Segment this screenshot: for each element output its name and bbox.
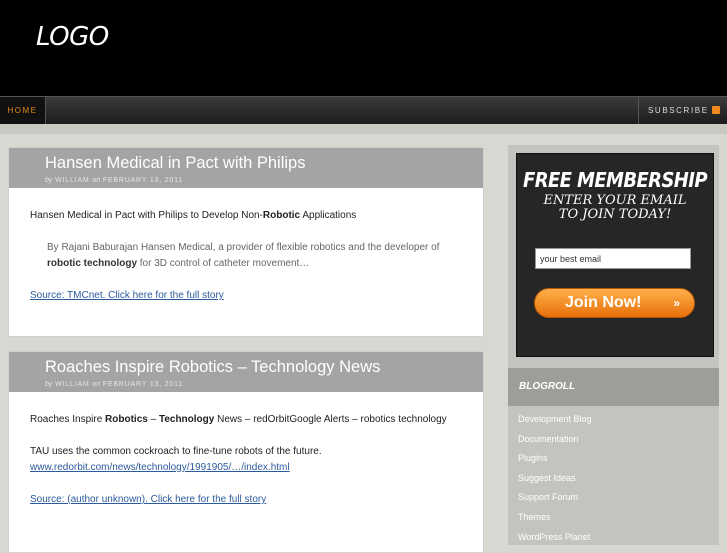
subscribe-label: SUBSCRIBE — [648, 106, 709, 115]
membership-line: TO JOIN TODAY! — [558, 207, 672, 222]
blogroll-link[interactable]: Suggest Ideas — [518, 473, 592, 493]
intro-keyword: Robotics — [105, 414, 148, 425]
intro-text-end: News – redOrbitGoogle Alerts – robotics … — [214, 414, 447, 425]
blogroll-link[interactable]: Themes — [518, 512, 592, 532]
intro-keyword: Robotic — [262, 210, 301, 221]
post-intro: Hansen Medical in Pact with Philips to D… — [30, 208, 463, 224]
post-body: Hansen Medical in Pact with Philips to D… — [9, 208, 483, 304]
post-body: Roaches Inspire Robotics – Technology Ne… — [9, 412, 483, 508]
post-author[interactable]: WILLIAM — [55, 381, 89, 388]
nav-item-home[interactable]: HOME — [0, 97, 46, 124]
main-nav: HOME SUBSCRIBE — [0, 96, 727, 124]
site-logo[interactable]: LOGO — [36, 22, 109, 52]
post-title[interactable]: Hansen Medical in Pact with Philips — [45, 154, 305, 173]
join-label: Join Now! — [565, 294, 642, 311]
sidebar: FREE MEMBERSHIP ENTER YOUR EMAIL TO JOIN… — [508, 145, 719, 545]
post-meta: by WILLIAM on FEBRUARY 13, 2011 — [45, 177, 183, 184]
intro-text: Hansen Medical in Pact with Philips to D… — [30, 210, 263, 221]
double-chevron-icon: » — [673, 296, 680, 310]
quote-text: By Rajani Baburajan Hansen Medical, a pr… — [47, 242, 440, 253]
blogroll-list: Development Blog Documentation Plugins S… — [518, 414, 592, 551]
meta-by: by — [45, 177, 53, 184]
blogroll-link[interactable]: Plugins — [518, 453, 592, 473]
blogroll-link[interactable]: Support Forum — [518, 492, 592, 512]
post-meta: by WILLIAM on FEBRUARY 13, 2011 — [45, 381, 183, 388]
post-intro: Roaches Inspire Robotics – Technology Ne… — [30, 412, 463, 428]
blogroll-link[interactable]: Development Blog — [518, 414, 592, 434]
meta-on: on — [92, 381, 101, 388]
meta-on: on — [92, 177, 101, 184]
post-text: TAU uses the common cockroach to fine-tu… — [30, 446, 322, 457]
subscribe-link[interactable]: SUBSCRIBE — [638, 97, 727, 124]
membership-subtitle: ENTER YOUR EMAIL TO JOIN TODAY! — [517, 194, 713, 222]
site-header: LOGO — [0, 0, 727, 96]
post-date: FEBRUARY 13, 2011 — [102, 177, 183, 184]
post-quote: By Rajani Baburajan Hansen Medical, a pr… — [30, 240, 463, 272]
blogroll-link[interactable]: WordPress Planet — [518, 532, 592, 552]
quote-keyword: robotic technology — [47, 258, 137, 269]
source-link[interactable]: Source: (author unknown). Click here for… — [30, 494, 266, 505]
article-url-link[interactable]: www.redorbit.com/news/technology/1991905… — [30, 462, 290, 473]
blogroll-header: BLOGROLL — [508, 368, 719, 406]
intro-text: Roaches Inspire — [30, 414, 106, 425]
email-input[interactable] — [535, 248, 691, 269]
intro-text-end: Applications — [300, 210, 357, 221]
membership-line: ENTER YOUR EMAIL — [543, 193, 687, 208]
post-author[interactable]: WILLIAM — [55, 177, 89, 184]
intro-keyword: Technology — [158, 414, 215, 425]
post-header: Roaches Inspire Robotics – Technology Ne… — [9, 352, 483, 392]
nav-shadow-stripe — [0, 124, 727, 134]
source-link[interactable]: Source: TMCnet. Click here for the full … — [30, 290, 224, 301]
post-title[interactable]: Roaches Inspire Robotics – Technology Ne… — [45, 358, 380, 377]
join-now-button[interactable]: Join Now! » — [534, 288, 695, 318]
post-card: Roaches Inspire Robotics – Technology Ne… — [8, 351, 484, 553]
membership-widget: FREE MEMBERSHIP ENTER YOUR EMAIL TO JOIN… — [516, 153, 714, 357]
post-header: Hansen Medical in Pact with Philips by W… — [9, 148, 483, 188]
meta-by: by — [45, 381, 53, 388]
post-card: Hansen Medical in Pact with Philips by W… — [8, 147, 484, 337]
rss-icon — [711, 106, 720, 114]
post-date: FEBRUARY 13, 2011 — [102, 381, 183, 388]
blogroll-link[interactable]: Documentation — [518, 434, 592, 454]
membership-title: FREE MEMBERSHIP — [523, 168, 708, 193]
intro-separator: – — [147, 414, 159, 425]
quote-text-end: for 3D control of catheter movement… — [137, 258, 310, 269]
blogroll-title: BLOGROLL — [519, 381, 576, 392]
